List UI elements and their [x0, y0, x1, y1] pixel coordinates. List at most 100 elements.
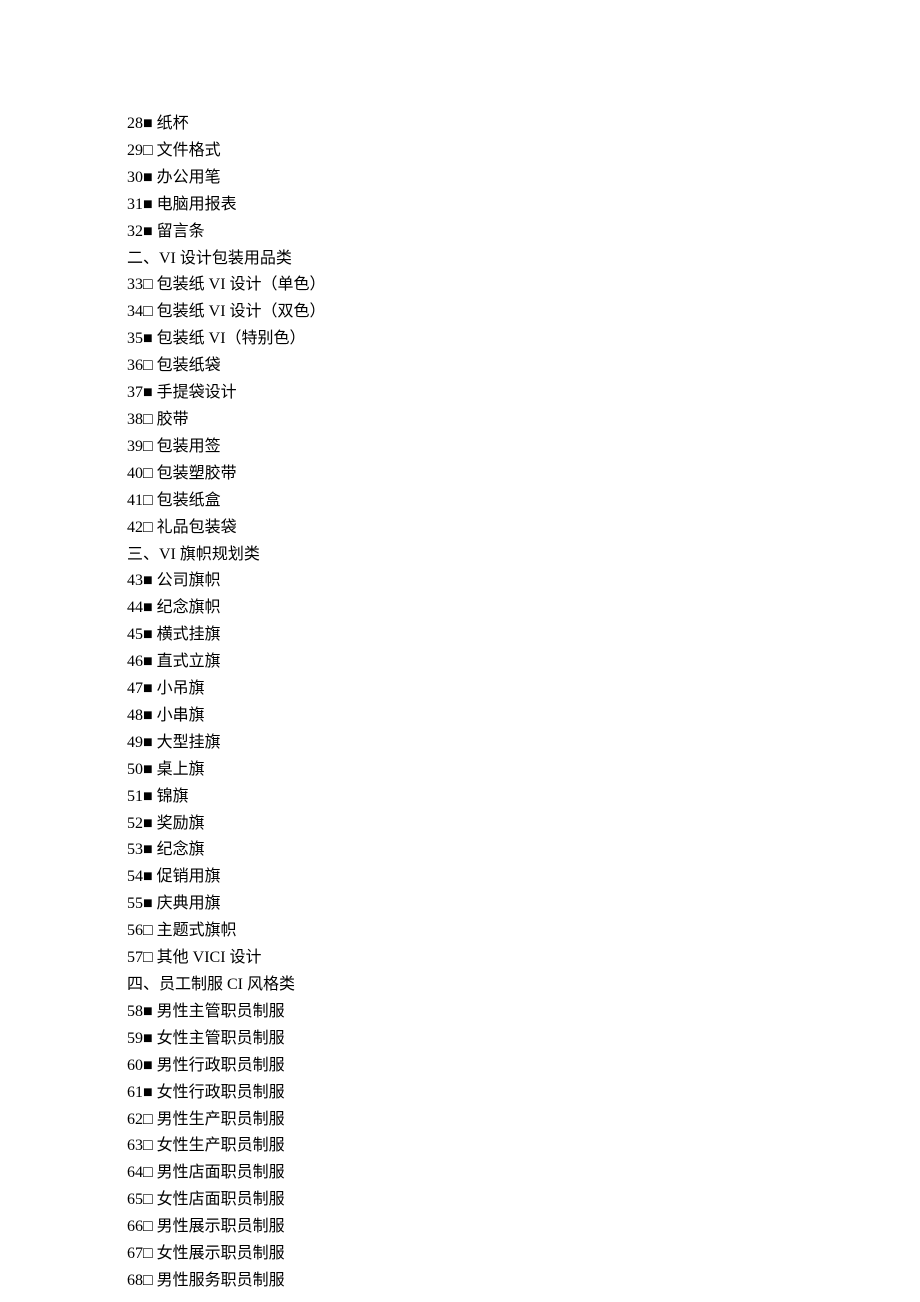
- item-number: 57: [127, 949, 143, 966]
- checkbox-marker: ■: [143, 626, 153, 643]
- item-number: 51: [127, 788, 143, 805]
- list-item: 51■ 锦旗: [127, 784, 920, 811]
- item-number: 42: [127, 519, 143, 536]
- checkbox-marker: □: [143, 411, 153, 428]
- item-label: 胶带: [157, 411, 189, 428]
- item-label: 男性店面职员制服: [157, 1164, 285, 1181]
- list-item: 46■ 直式立旗: [127, 649, 920, 676]
- item-number: 39: [127, 438, 143, 455]
- checkbox-marker: ■: [143, 761, 153, 778]
- item-label: 小吊旗: [157, 680, 205, 697]
- checkbox-marker: ■: [143, 815, 153, 832]
- item-number: 48: [127, 707, 143, 724]
- checkbox-marker: □: [143, 142, 153, 159]
- item-label: 办公用笔: [157, 169, 221, 186]
- item-number: 59: [127, 1030, 143, 1047]
- checkbox-marker: □: [143, 1218, 153, 1235]
- item-number: 46: [127, 653, 143, 670]
- item-number: 34: [127, 303, 143, 320]
- item-number: 37: [127, 384, 143, 401]
- list-item: 45■ 横式挂旗: [127, 622, 920, 649]
- item-label: 男性服务职员制服: [157, 1272, 285, 1289]
- list-item: 53■ 纪念旗: [127, 837, 920, 864]
- item-number: 55: [127, 895, 143, 912]
- list-item: 39□ 包装用签: [127, 434, 920, 461]
- item-label: 大型挂旗: [157, 734, 221, 751]
- checkbox-marker: □: [143, 303, 153, 320]
- item-number: 32: [127, 223, 143, 240]
- checkbox-marker: ■: [143, 680, 153, 697]
- list-item: 57□ 其他 VICI 设计: [127, 945, 920, 972]
- item-label: 纪念旗: [157, 841, 205, 858]
- checkbox-marker: ■: [143, 1057, 153, 1074]
- item-label: 手提袋设计: [157, 384, 237, 401]
- item-number: 60: [127, 1057, 143, 1074]
- checkbox-marker: ■: [143, 788, 153, 805]
- checkbox-marker: ■: [143, 1030, 153, 1047]
- list-item: 52■ 奖励旗: [127, 811, 920, 838]
- checkbox-marker: □: [143, 949, 153, 966]
- checkbox-marker: □: [143, 465, 153, 482]
- item-number: 36: [127, 357, 143, 374]
- list-item: 31■ 电脑用报表: [127, 192, 920, 219]
- item-label: 女性生产职员制服: [157, 1137, 285, 1154]
- item-number: 62: [127, 1111, 143, 1128]
- checkbox-marker: ■: [143, 895, 153, 912]
- item-number: 33: [127, 276, 143, 293]
- checkbox-marker: □: [143, 438, 153, 455]
- list-item: 59■ 女性主管职员制服: [127, 1026, 920, 1053]
- item-number: 38: [127, 411, 143, 428]
- list-item: 62□ 男性生产职员制服: [127, 1107, 920, 1134]
- item-label: 包装用签: [157, 438, 221, 455]
- item-label: 小串旗: [157, 707, 205, 724]
- item-label: 促销用旗: [157, 868, 221, 885]
- item-label: 女性店面职员制服: [157, 1191, 285, 1208]
- item-number: 31: [127, 196, 143, 213]
- checkbox-marker: ■: [143, 599, 153, 616]
- list-item: 61■ 女性行政职员制服: [127, 1080, 920, 1107]
- checkbox-marker: ■: [143, 734, 153, 751]
- item-number: 30: [127, 169, 143, 186]
- item-label: 直式立旗: [157, 653, 221, 670]
- list-item: 50■ 桌上旗: [127, 757, 920, 784]
- item-number: 61: [127, 1084, 143, 1101]
- list-item: 四、员工制服 CI 风格类: [127, 972, 920, 999]
- item-number: 53: [127, 841, 143, 858]
- item-label: 男性行政职员制服: [157, 1057, 285, 1074]
- list-item: 58■ 男性主管职员制服: [127, 999, 920, 1026]
- list-item: 66□ 男性展示职员制服: [127, 1214, 920, 1241]
- list-item: 56□ 主题式旗帜: [127, 918, 920, 945]
- item-number: 56: [127, 922, 143, 939]
- section-heading: 四、员工制服 CI 风格类: [127, 976, 295, 993]
- checkbox-marker: □: [143, 519, 153, 536]
- list-item: 三、VI 旗帜规划类: [127, 542, 920, 569]
- item-number: 67: [127, 1245, 143, 1262]
- checkbox-marker: □: [143, 1137, 153, 1154]
- item-number: 41: [127, 492, 143, 509]
- checkbox-marker: ■: [143, 1084, 153, 1101]
- checkbox-marker: ■: [143, 196, 153, 213]
- list-item: 44■ 纪念旗帜: [127, 595, 920, 622]
- item-label: 男性展示职员制服: [157, 1218, 285, 1235]
- checkbox-marker: □: [143, 357, 153, 374]
- item-number: 63: [127, 1137, 143, 1154]
- list-item: 42□ 礼品包装袋: [127, 515, 920, 542]
- item-number: 44: [127, 599, 143, 616]
- checkbox-marker: ■: [143, 707, 153, 724]
- checkbox-marker: □: [143, 1245, 153, 1262]
- checkbox-marker: ■: [143, 223, 153, 240]
- item-label: 女性行政职员制服: [157, 1084, 285, 1101]
- list-item: 30■ 办公用笔: [127, 165, 920, 192]
- item-label: 纸杯: [157, 115, 189, 132]
- list-item: 43■ 公司旗帜: [127, 568, 920, 595]
- item-label: 横式挂旗: [157, 626, 221, 643]
- list-item: 65□ 女性店面职员制服: [127, 1187, 920, 1214]
- item-label: 庆典用旗: [157, 895, 221, 912]
- list-item: 55■ 庆典用旗: [127, 891, 920, 918]
- list-item: 54■ 促销用旗: [127, 864, 920, 891]
- item-label: 其他 VICI 设计: [157, 949, 262, 966]
- list-item: 47■ 小吊旗: [127, 676, 920, 703]
- item-label: 纪念旗帜: [157, 599, 221, 616]
- item-number: 54: [127, 868, 143, 885]
- checkbox-marker: □: [143, 276, 153, 293]
